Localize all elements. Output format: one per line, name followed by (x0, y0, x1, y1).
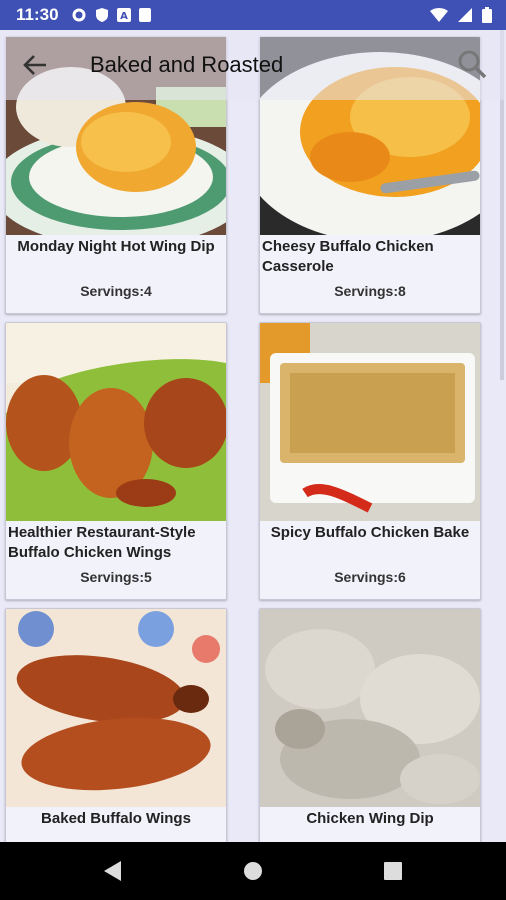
svg-text:A: A (120, 11, 128, 22)
recipe-name: Monday Night Hot Wing Dip (17, 238, 215, 255)
shield-icon (95, 8, 108, 22)
navigation-bar (0, 842, 506, 900)
recipe-card[interactable]: Spicy Buffalo Chicken Bake Servings:6 (259, 322, 481, 600)
recipe-image (6, 323, 226, 521)
signal-icon (458, 8, 472, 22)
recents-icon[interactable] (381, 859, 405, 883)
app-toolbar: Baked and Roasted (0, 30, 506, 100)
recipe-image (6, 609, 226, 807)
recipe-card[interactable]: Chicken Wing Dip (259, 608, 481, 842)
recipe-card[interactable]: Healthier Restaurant-Style Buffalo Chick… (5, 322, 227, 600)
search-icon[interactable] (456, 48, 488, 80)
text-icon: A (116, 8, 131, 22)
recipe-servings: Servings:5 (80, 569, 152, 585)
battery-icon (482, 7, 492, 23)
back-arrow-icon[interactable] (22, 52, 48, 78)
home-icon[interactable] (241, 859, 265, 883)
status-notification-icons: A (71, 7, 151, 23)
recipe-name: Spicy Buffalo Chicken Bake (270, 524, 470, 541)
back-icon[interactable] (101, 859, 125, 883)
status-time: 11:30 (16, 5, 59, 24)
recipe-image (260, 609, 480, 807)
page-title: Baked and Roasted (90, 52, 284, 77)
recipe-name: Baked Buffalo Wings (41, 810, 191, 827)
wifi-icon (430, 8, 448, 22)
recipe-servings: Servings:6 (334, 569, 406, 585)
sd-card-icon (138, 8, 151, 22)
recipe-grid[interactable]: Monday Night Hot Wing Dip Servings:4 Che… (0, 30, 506, 842)
recipe-image (260, 323, 480, 521)
recipe-name: Chicken Wing Dip (306, 810, 434, 827)
status-system-icons (430, 7, 492, 23)
recipe-servings: Servings:4 (80, 283, 152, 299)
status-bar: 11:30 A (0, 0, 506, 30)
recipe-servings: Servings:8 (334, 283, 406, 299)
recipe-card[interactable]: Baked Buffalo Wings (5, 608, 227, 842)
gear-icon (72, 8, 86, 22)
recipe-name: Cheesy Buffalo Chicken Casserole (262, 238, 434, 275)
recipe-name: Healthier Restaurant-Style Buffalo Chick… (8, 524, 196, 561)
